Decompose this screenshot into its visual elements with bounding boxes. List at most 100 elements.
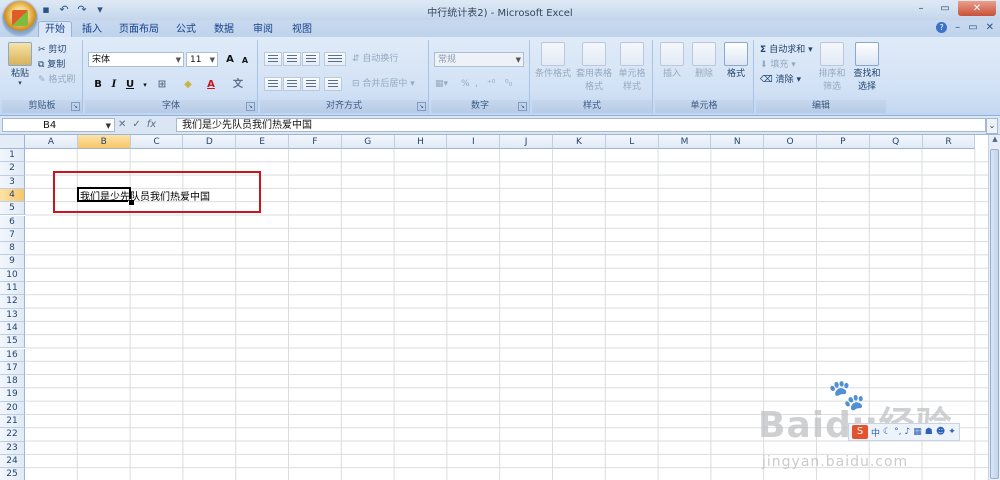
column-header-q[interactable]: Q (869, 135, 923, 149)
column-header-e[interactable]: E (236, 135, 289, 149)
paste-button[interactable]: 粘贴 ▾ (6, 42, 34, 87)
row-header-14[interactable]: 14 (0, 321, 25, 336)
insert-cells-button[interactable]: 插入 (657, 42, 687, 79)
merge-center-button[interactable]: ⊟ 合并后居中 ▾ (352, 78, 415, 91)
row-header-19[interactable]: 19 (0, 388, 25, 402)
row-header-21[interactable]: 21 (0, 415, 25, 429)
insert-function-icon[interactable]: fx (147, 119, 156, 130)
keyboard-icon[interactable]: ▦ (913, 427, 922, 437)
column-header-k[interactable]: K (553, 135, 606, 149)
settings-icon[interactable]: ✦ (948, 427, 956, 437)
skin-icon[interactable]: ☗ (925, 427, 933, 437)
row-header-24[interactable]: 24 (0, 454, 25, 469)
cell-styles-button[interactable]: 单元格样式 (616, 42, 648, 92)
tab-data[interactable]: 数据 (210, 22, 238, 37)
copy-button[interactable]: ⧉ 复制 (38, 59, 65, 72)
bold-button[interactable]: B (90, 77, 106, 93)
column-header-j[interactable]: J (500, 135, 553, 149)
cancel-icon[interactable]: ✕ (118, 119, 126, 130)
tab-formulas[interactable]: 公式 (172, 22, 200, 37)
row-header-7[interactable]: 7 (0, 228, 25, 243)
row-header-16[interactable]: 16 (0, 348, 25, 362)
office-button[interactable] (3, 1, 37, 35)
tab-view[interactable]: 视图 (288, 22, 316, 37)
percent-button[interactable]: % (461, 78, 470, 91)
column-header-d[interactable]: D (183, 135, 237, 149)
dialog-launcher-icon[interactable]: ↘ (417, 102, 426, 111)
underline-button[interactable]: U (122, 77, 138, 93)
tab-review[interactable]: 审阅 (249, 22, 277, 37)
column-header-h[interactable]: H (394, 135, 448, 149)
row-header-3[interactable]: 3 (0, 175, 25, 189)
scroll-up-icon[interactable]: ▲ (990, 135, 1000, 147)
column-header-n[interactable]: N (711, 135, 765, 149)
shrink-font-button[interactable]: A (237, 53, 253, 69)
mic-icon[interactable]: ♪ (904, 427, 910, 437)
row-header-4[interactable]: 4 (0, 188, 25, 203)
ribbon-minimize-icon[interactable]: – (955, 22, 960, 33)
row-header-6[interactable]: 6 (0, 215, 25, 229)
cut-button[interactable]: ✂ 剪切 (38, 44, 66, 57)
row-header-5[interactable]: 5 (0, 202, 25, 216)
currency-icon[interactable]: ▦▾ (435, 78, 448, 91)
tab-home[interactable]: 开始 (38, 21, 72, 37)
conditional-format-button[interactable]: 条件格式 (534, 42, 572, 79)
grow-font-button[interactable]: A (222, 52, 238, 68)
align-middle-icon[interactable] (283, 52, 301, 66)
column-header-l[interactable]: L (605, 135, 659, 149)
clear-button[interactable]: ⌫ 清除 ▾ (760, 74, 801, 87)
find-select-button[interactable]: 查找和选择 (850, 42, 884, 92)
format-painter-button[interactable]: ✎ 格式刷 (38, 74, 75, 87)
name-box[interactable]: B4 ▼ (2, 118, 115, 132)
increase-decimal-icon[interactable]: ⁺⁰ (487, 78, 495, 91)
column-header-f[interactable]: F (289, 135, 342, 149)
format-cells-button[interactable]: 格式 (721, 42, 751, 79)
row-header-13[interactable]: 13 (0, 308, 25, 322)
comma-style-icon[interactable]: , (475, 78, 478, 91)
ime-toolbar[interactable]: S 中 ☾ °, ♪ ▦ ☗ ☻ ✦ (848, 423, 960, 441)
formula-input[interactable]: 我们是少先队员我们热爱中国 (176, 118, 986, 132)
font-name-combo[interactable]: 宋体 ▼ (88, 52, 184, 67)
autosum-button[interactable]: Σ 自动求和 ▾ (760, 44, 813, 57)
tab-page-layout[interactable]: 页面布局 (116, 22, 162, 37)
row-header-22[interactable]: 22 (0, 428, 25, 442)
dialog-launcher-icon[interactable]: ↘ (518, 102, 527, 111)
row-header-20[interactable]: 20 (0, 401, 25, 415)
column-header-b[interactable]: B (77, 135, 131, 149)
enter-icon[interactable]: ✓ (132, 119, 140, 130)
dialog-launcher-icon[interactable]: ↘ (246, 102, 255, 111)
ribbon-close-icon[interactable]: ✕ (986, 22, 994, 33)
align-bottom-icon[interactable] (302, 52, 320, 66)
column-header-o[interactable]: O (764, 135, 817, 149)
dialog-launcher-icon[interactable]: ↘ (71, 102, 80, 111)
row-header-17[interactable]: 17 (0, 361, 25, 376)
row-header-12[interactable]: 12 (0, 295, 25, 309)
punct-icon[interactable]: °, (894, 427, 901, 437)
row-header-11[interactable]: 11 (0, 282, 25, 296)
row-header-8[interactable]: 8 (0, 242, 25, 256)
column-header-r[interactable]: R (922, 135, 976, 149)
phonetic-guide-icon[interactable]: 文 (225, 77, 251, 93)
tab-insert[interactable]: 插入 (77, 22, 107, 37)
row-header-18[interactable]: 18 (0, 375, 25, 389)
row-header-10[interactable]: 10 (0, 268, 25, 282)
row-header-25[interactable]: 25 (0, 468, 25, 480)
moon-icon[interactable]: ☾ (883, 427, 891, 437)
delete-cells-button[interactable]: 删除 (689, 42, 719, 79)
borders-icon[interactable]: ⊞ (151, 77, 173, 93)
align-right-icon[interactable] (302, 77, 320, 91)
column-header-a[interactable]: A (25, 135, 78, 149)
minimize-button[interactable]: – (910, 1, 932, 16)
number-format-combo[interactable]: 常规 ▼ (434, 52, 524, 67)
font-color-icon[interactable]: A (203, 77, 219, 93)
decrease-indent-icon[interactable] (324, 77, 342, 91)
column-header-i[interactable]: I (447, 135, 501, 149)
row-header-15[interactable]: 15 (0, 335, 25, 349)
help-icon[interactable]: ? (936, 22, 948, 33)
row-header-2[interactable]: 2 (0, 162, 25, 176)
fill-button[interactable]: ⬇ 填充 ▾ (760, 59, 796, 72)
close-button[interactable]: ✕ (958, 1, 996, 16)
ribbon-restore-icon[interactable]: ▭ (968, 22, 977, 33)
column-header-c[interactable]: C (130, 135, 184, 149)
row-header-9[interactable]: 9 (0, 255, 25, 269)
